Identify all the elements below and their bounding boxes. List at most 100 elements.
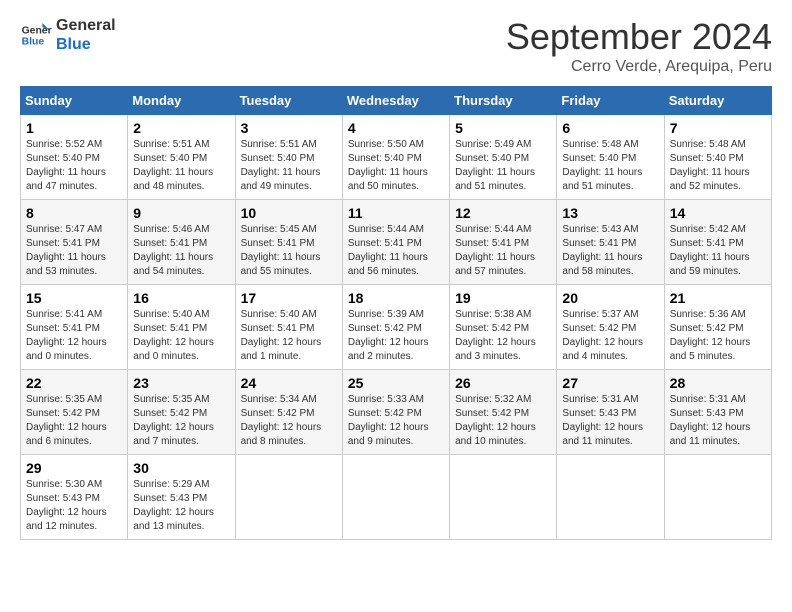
cell-day-number: 14: [670, 205, 766, 221]
cell-info-text: Sunrise: 5:33 AM Sunset: 5:42 PM Dayligh…: [348, 393, 444, 449]
calendar-cell: [557, 455, 664, 540]
cell-info-text: Sunrise: 5:48 AM Sunset: 5:40 PM Dayligh…: [670, 138, 766, 194]
cell-day-number: 17: [241, 290, 337, 306]
cell-day-number: 25: [348, 375, 444, 391]
cell-day-number: 4: [348, 120, 444, 136]
title-area: September 2024 Cerro Verde, Arequipa, Pe…: [506, 16, 772, 76]
cell-day-number: 24: [241, 375, 337, 391]
logo-blue: Blue: [56, 35, 116, 54]
weekday-header-tuesday: Tuesday: [235, 87, 342, 115]
week-row-3: 22Sunrise: 5:35 AM Sunset: 5:42 PM Dayli…: [21, 370, 772, 455]
cell-day-number: 26: [455, 375, 551, 391]
calendar-cell: 11 Sunrise: 5:44 AM Sunset: 5:41 PM Dayli…: [342, 200, 449, 285]
logo-icon: General Blue: [20, 19, 52, 51]
cell-info-text: Sunrise: 5:45 AM Sunset: 5:41 PM Dayligh…: [241, 223, 337, 279]
cell-day-number: 3: [241, 120, 337, 136]
cell-day-number: 11: [348, 205, 444, 221]
cell-day-number: 20: [562, 290, 658, 306]
calendar-cell: 23 Sunrise: 5:35 AM Sunset: 5:42 PM Dayli…: [128, 370, 235, 455]
month-title: September 2024: [506, 16, 772, 58]
cell-info-text: Sunrise: 5:46 AM Sunset: 5:41 PM Dayligh…: [133, 223, 229, 279]
calendar-cell: 5Sunrise: 5:49 AM Sunset: 5:40 PM Daylig…: [450, 115, 557, 200]
cell-info-text: Sunrise: 5:38 AM Sunset: 5:42 PM Dayligh…: [455, 308, 551, 364]
week-row-2: 15Sunrise: 5:41 AM Sunset: 5:41 PM Dayli…: [21, 285, 772, 370]
calendar-cell: 22Sunrise: 5:35 AM Sunset: 5:42 PM Dayli…: [21, 370, 128, 455]
cell-info-text: Sunrise: 5:51 AM Sunset: 5:40 PM Dayligh…: [133, 138, 229, 194]
calendar-cell: 20 Sunrise: 5:37 AM Sunset: 5:42 PM Dayli…: [557, 285, 664, 370]
cell-info-text: Sunrise: 5:35 AM Sunset: 5:42 PM Dayligh…: [133, 393, 229, 449]
weekday-header-row: SundayMondayTuesdayWednesdayThursdayFrid…: [21, 87, 772, 115]
cell-info-text: Sunrise: 5:35 AM Sunset: 5:42 PM Dayligh…: [26, 393, 122, 449]
cell-info-text: Sunrise: 5:32 AM Sunset: 5:42 PM Dayligh…: [455, 393, 551, 449]
weekday-header-monday: Monday: [128, 87, 235, 115]
cell-info-text: Sunrise: 5:42 AM Sunset: 5:41 PM Dayligh…: [670, 223, 766, 279]
calendar-cell: 25 Sunrise: 5:33 AM Sunset: 5:42 PM Dayli…: [342, 370, 449, 455]
calendar-cell: 21Sunrise: 5:36 AM Sunset: 5:42 PM Dayli…: [664, 285, 771, 370]
weekday-header-saturday: Saturday: [664, 87, 771, 115]
calendar-cell: [450, 455, 557, 540]
cell-info-text: Sunrise: 5:36 AM Sunset: 5:42 PM Dayligh…: [670, 308, 766, 364]
calendar-cell: [235, 455, 342, 540]
calendar-cell: 4 Sunrise: 5:50 AM Sunset: 5:40 PM Daylig…: [342, 115, 449, 200]
calendar-cell: 2 Sunrise: 5:51 AM Sunset: 5:40 PM Daylig…: [128, 115, 235, 200]
cell-info-text: Sunrise: 5:50 AM Sunset: 5:40 PM Dayligh…: [348, 138, 444, 194]
calendar-cell: 3 Sunrise: 5:51 AM Sunset: 5:40 PM Daylig…: [235, 115, 342, 200]
cell-info-text: Sunrise: 5:51 AM Sunset: 5:40 PM Dayligh…: [241, 138, 337, 194]
cell-day-number: 2: [133, 120, 229, 136]
cell-day-number: 10: [241, 205, 337, 221]
location-title: Cerro Verde, Arequipa, Peru: [506, 58, 772, 76]
calendar-cell: 28 Sunrise: 5:31 AM Sunset: 5:43 PM Dayli…: [664, 370, 771, 455]
cell-info-text: Sunrise: 5:43 AM Sunset: 5:41 PM Dayligh…: [562, 223, 658, 279]
logo-general: General: [56, 16, 116, 35]
calendar-cell: 16Sunrise: 5:40 AM Sunset: 5:41 PM Dayli…: [128, 285, 235, 370]
cell-day-number: 6: [562, 120, 658, 136]
cell-day-number: 1: [26, 120, 122, 136]
cell-info-text: Sunrise: 5:52 AM Sunset: 5:40 PM Dayligh…: [26, 138, 122, 194]
cell-info-text: Sunrise: 5:39 AM Sunset: 5:42 PM Dayligh…: [348, 308, 444, 364]
week-row-0: 1 Sunrise: 5:52 AM Sunset: 5:40 PM Daylig…: [21, 115, 772, 200]
cell-day-number: 9: [133, 205, 229, 221]
calendar-cell: 8 Sunrise: 5:47 AM Sunset: 5:41 PM Daylig…: [21, 200, 128, 285]
cell-info-text: Sunrise: 5:29 AM Sunset: 5:43 PM Dayligh…: [133, 478, 229, 534]
cell-day-number: 16: [133, 290, 229, 306]
cell-day-number: 28: [670, 375, 766, 391]
calendar-cell: 26 Sunrise: 5:32 AM Sunset: 5:42 PM Dayli…: [450, 370, 557, 455]
cell-info-text: Sunrise: 5:37 AM Sunset: 5:42 PM Dayligh…: [562, 308, 658, 364]
calendar-cell: 6 Sunrise: 5:48 AM Sunset: 5:40 PM Daylig…: [557, 115, 664, 200]
cell-day-number: 12: [455, 205, 551, 221]
cell-info-text: Sunrise: 5:31 AM Sunset: 5:43 PM Dayligh…: [670, 393, 766, 449]
calendar-cell: 12Sunrise: 5:44 AM Sunset: 5:41 PM Dayli…: [450, 200, 557, 285]
cell-day-number: 23: [133, 375, 229, 391]
calendar-cell: 17 Sunrise: 5:40 AM Sunset: 5:41 PM Dayli…: [235, 285, 342, 370]
calendar-cell: 18 Sunrise: 5:39 AM Sunset: 5:42 PM Dayli…: [342, 285, 449, 370]
weekday-header-wednesday: Wednesday: [342, 87, 449, 115]
cell-day-number: 13: [562, 205, 658, 221]
calendar-table: SundayMondayTuesdayWednesdayThursdayFrid…: [20, 86, 772, 540]
calendar-cell: [342, 455, 449, 540]
cell-day-number: 18: [348, 290, 444, 306]
cell-day-number: 19: [455, 290, 551, 306]
calendar-cell: 27 Sunrise: 5:31 AM Sunset: 5:43 PM Dayli…: [557, 370, 664, 455]
cell-info-text: Sunrise: 5:34 AM Sunset: 5:42 PM Dayligh…: [241, 393, 337, 449]
logo: General Blue General Blue: [20, 16, 116, 54]
calendar-cell: 30Sunrise: 5:29 AM Sunset: 5:43 PM Dayli…: [128, 455, 235, 540]
calendar-cell: 1 Sunrise: 5:52 AM Sunset: 5:40 PM Daylig…: [21, 115, 128, 200]
cell-info-text: Sunrise: 5:40 AM Sunset: 5:41 PM Dayligh…: [241, 308, 337, 364]
cell-info-text: Sunrise: 5:44 AM Sunset: 5:41 PM Dayligh…: [348, 223, 444, 279]
cell-day-number: 27: [562, 375, 658, 391]
cell-info-text: Sunrise: 5:41 AM Sunset: 5:41 PM Dayligh…: [26, 308, 122, 364]
calendar-cell: 14 Sunrise: 5:42 AM Sunset: 5:41 PM Dayli…: [664, 200, 771, 285]
calendar-cell: 13 Sunrise: 5:43 AM Sunset: 5:41 PM Dayli…: [557, 200, 664, 285]
cell-info-text: Sunrise: 5:48 AM Sunset: 5:40 PM Dayligh…: [562, 138, 658, 194]
calendar-cell: 10 Sunrise: 5:45 AM Sunset: 5:41 PM Dayli…: [235, 200, 342, 285]
cell-info-text: Sunrise: 5:31 AM Sunset: 5:43 PM Dayligh…: [562, 393, 658, 449]
weekday-header-friday: Friday: [557, 87, 664, 115]
header: General Blue General Blue September 2024…: [20, 16, 772, 76]
calendar-cell: 9 Sunrise: 5:46 AM Sunset: 5:41 PM Daylig…: [128, 200, 235, 285]
cell-info-text: Sunrise: 5:47 AM Sunset: 5:41 PM Dayligh…: [26, 223, 122, 279]
cell-info-text: Sunrise: 5:49 AM Sunset: 5:40 PM Dayligh…: [455, 138, 551, 194]
cell-day-number: 8: [26, 205, 122, 221]
calendar-cell: 7Sunrise: 5:48 AM Sunset: 5:40 PM Daylig…: [664, 115, 771, 200]
calendar-cell: 29Sunrise: 5:30 AM Sunset: 5:43 PM Dayli…: [21, 455, 128, 540]
week-row-4: 29Sunrise: 5:30 AM Sunset: 5:43 PM Dayli…: [21, 455, 772, 540]
